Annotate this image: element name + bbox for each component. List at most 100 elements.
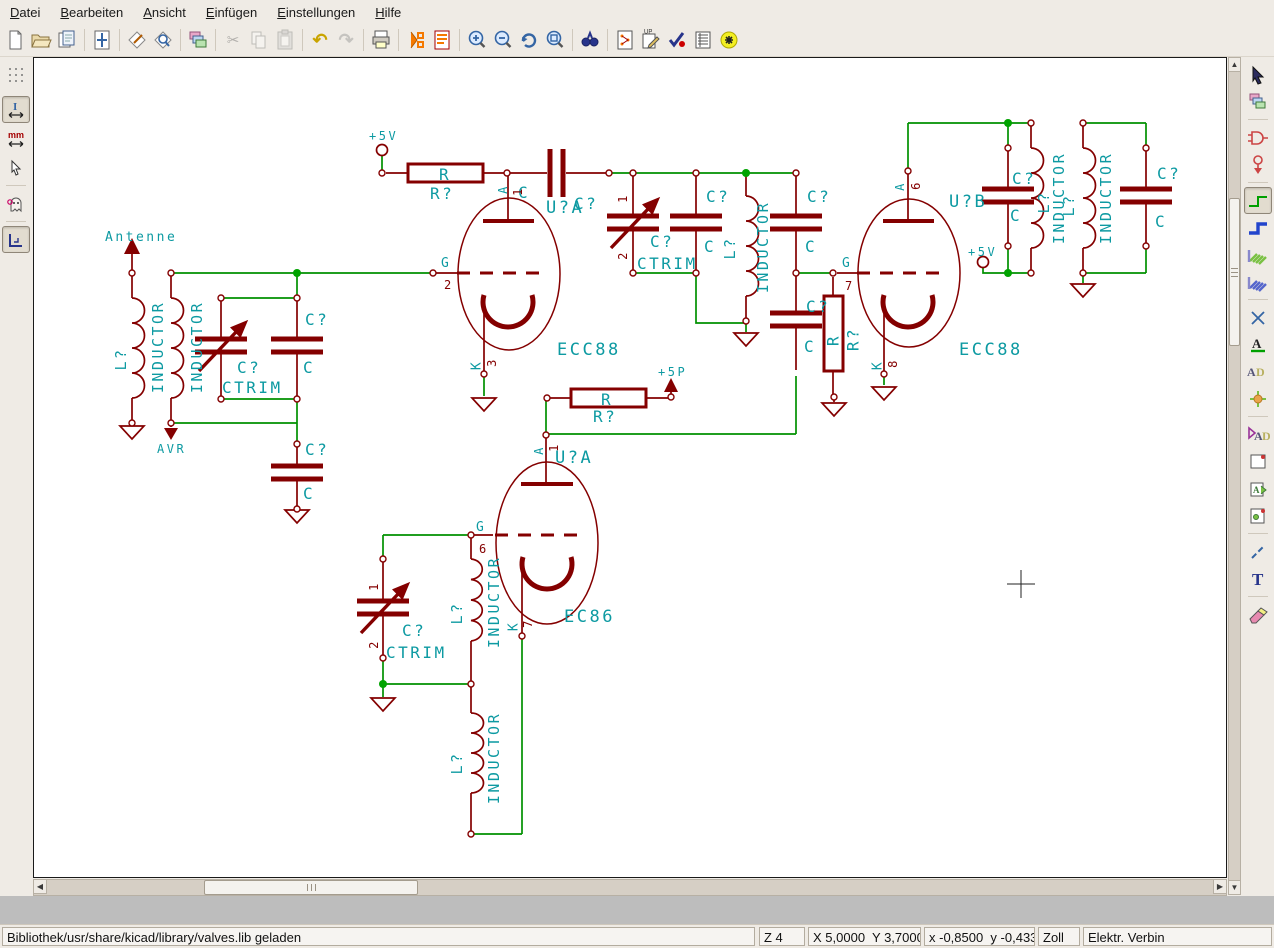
annotate-button[interactable]: UP [638,27,664,53]
print-icon [370,29,392,51]
schematic-label: C? [305,440,329,459]
add-global-label-button[interactable]: AD [1244,358,1272,385]
open-button[interactable] [28,27,54,53]
pin-circle [630,270,636,276]
delete-item-button[interactable] [1244,601,1272,628]
bom-button[interactable] [690,27,716,53]
grid-toggle-button[interactable] [2,61,30,88]
svg-text:A: A [1253,485,1260,495]
run-pcbnew-button[interactable] [429,27,455,53]
menu-accel: B [60,5,69,20]
schematic-label: CTRIM [386,643,447,662]
schematic-label: 1 [511,186,525,196]
horizontal-scroll-thumb[interactable] [204,880,418,895]
hier-sheet-icon [1248,452,1268,472]
p5p-arrow [664,378,678,392]
add-wire-entry-button[interactable] [1244,241,1272,268]
add-hier-label-button[interactable]: AD [1244,421,1272,448]
horizontal-scrollbar[interactable]: ◀ ▶ [33,879,1227,896]
add-bus-entry-button[interactable] [1244,268,1272,295]
add-no-connect-button[interactable] [1244,304,1272,331]
svg-text:A: A [1247,365,1256,379]
save-project-button[interactable] [54,27,80,53]
cut-button[interactable]: ✂ [220,27,246,53]
schematic-label: G [476,520,486,535]
backannotate-button[interactable] [716,27,742,53]
schematic-label: AVR [157,442,186,456]
menu-accel: D [10,5,19,20]
vertical-scrollbar[interactable]: ▲ ▼ [1228,57,1241,895]
undo-button[interactable]: ↶ [307,27,333,53]
cursor-shape-button[interactable] [2,154,30,181]
add-net-label-button[interactable]: A [1244,331,1272,358]
thumb-grip [307,884,308,891]
zoom-out-button[interactable] [490,27,516,53]
schematic-label: L? [112,347,130,370]
tools-toolbar: A AD AD A T [1242,57,1274,895]
hidden-pins-button[interactable] [2,190,30,217]
menu-ansicht[interactable]: Ansicht [133,2,196,23]
add-graphic-line-button[interactable] [1244,538,1272,565]
erc-check-button[interactable] [664,27,690,53]
import-sheet-pin-button[interactable]: A [1244,475,1272,502]
add-wire-button[interactable] [1244,187,1272,214]
add-hier-sheet-button[interactable] [1244,448,1272,475]
cancel-pointer-button[interactable] [1244,61,1272,88]
ortho-mode-button[interactable] [2,226,30,253]
netlist-button[interactable] [612,27,638,53]
component-gate-icon [1247,128,1269,148]
cut-icon: ✂ [227,31,240,49]
toolbar-separator [363,29,364,51]
run-cvpcb-button[interactable] [403,27,429,53]
scroll-down-button[interactable]: ▼ [1228,880,1241,895]
schematic-label: A [532,445,546,455]
units-inch-button[interactable]: I [2,96,30,123]
add-junction-button[interactable] [1244,385,1272,412]
menu-datei[interactable]: Datei [0,2,50,23]
pin-circle [294,295,300,301]
scroll-up-button[interactable]: ▲ [1228,57,1241,72]
schematic-label: 2 [367,639,381,649]
schematic-label: R [439,165,451,184]
scroll-left-button[interactable]: ◀ [33,879,47,894]
zoom-in-button[interactable] [464,27,490,53]
schematic-canvas[interactable]: AntenneAVRL?INDUCTORINDUCTORC?CTRIMC?CC?… [33,57,1227,878]
schematic-label: L? [721,236,739,259]
scroll-right-button[interactable]: ▶ [1213,879,1227,894]
hierarchy-nav-button[interactable] [1244,88,1272,115]
schematic-label: G [842,256,852,271]
schematic-label: C [805,237,817,256]
menu-bearbeiten[interactable]: Bearbeiten [50,2,133,23]
redraw-button[interactable] [516,27,542,53]
add-text-button[interactable]: T [1244,565,1272,592]
menu-einstellungen[interactable]: Einstellungen [267,2,365,23]
print-button[interactable] [368,27,394,53]
library-editor-button[interactable] [124,27,150,53]
redo-button[interactable]: ↷ [333,27,359,53]
copy-button[interactable] [246,27,272,53]
hierarchy-navigator-button[interactable] [185,27,211,53]
pin-circle [1080,120,1086,126]
find-button[interactable] [577,27,603,53]
library-browser-button[interactable] [150,27,176,53]
add-bus-button[interactable] [1244,214,1272,241]
zoom-fit-button[interactable] [542,27,568,53]
page-settings-icon [91,29,113,51]
page-settings-button[interactable] [89,27,115,53]
units-mm-button[interactable]: mm [2,125,30,152]
avr-arrow [164,428,178,440]
schematic-label: A [496,184,510,194]
vertical-scroll-thumb[interactable] [1229,198,1240,346]
menu-hilfe[interactable]: Hilfe [365,2,411,23]
schematic-label: G [441,256,451,271]
paste-button[interactable] [272,27,298,53]
add-power-button[interactable] [1244,151,1272,178]
schematic-label: R? [430,184,454,203]
schematic-label: C [1155,212,1167,231]
add-component-button[interactable] [1244,124,1272,151]
add-sheet-pin-button[interactable] [1244,502,1272,529]
text-icon: T [1248,569,1268,589]
menu-einfuegen[interactable]: Einfügen [196,2,267,23]
new-sheet-icon [4,29,26,51]
new-sheet-button[interactable] [2,27,28,53]
